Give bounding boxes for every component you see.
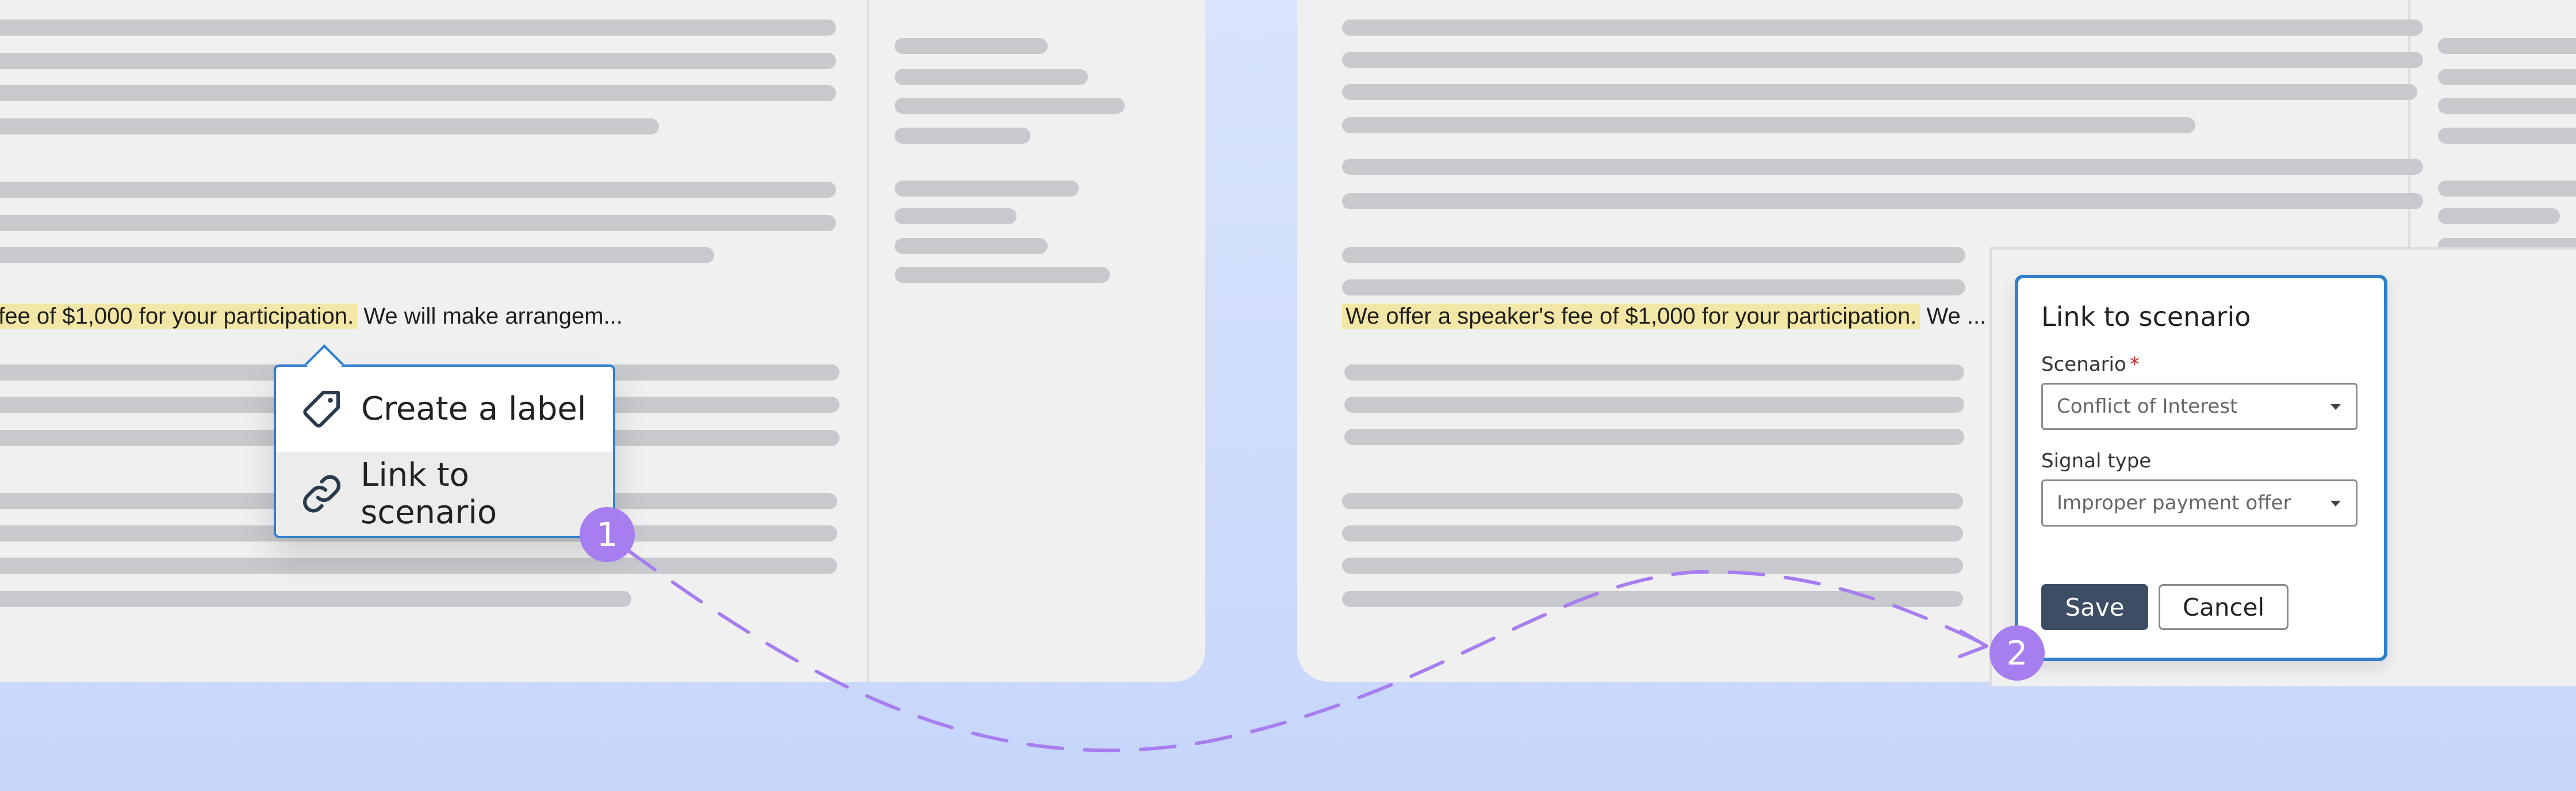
link-icon — [303, 475, 341, 513]
save-button[interactable]: Save — [2041, 584, 2148, 630]
menu-item-label: Create a label — [361, 390, 586, 428]
scenario-label-text: Scenario — [2041, 353, 2126, 376]
chevron-down-icon — [2330, 501, 2341, 506]
scenario-select[interactable]: Conflict of Interest — [2041, 383, 2358, 430]
chevron-down-icon — [2330, 404, 2341, 410]
signal-type-select-value: Improper payment offer — [2057, 492, 2291, 514]
cancel-button[interactable]: Cancel — [2159, 584, 2288, 630]
menu-item-label: Link to scenario — [361, 456, 497, 531]
menu-item-link-scenario[interactable]: Link to scenario — [276, 452, 613, 536]
tag-icon — [303, 391, 340, 428]
signal-type-label: Signal type — [2041, 450, 2152, 473]
link-to-scenario-dialog: Link to scenario Scenario * Conflict of I… — [2015, 275, 2387, 661]
signal-type-select[interactable]: Improper payment offer — [2041, 479, 2358, 527]
scenario-select-value: Conflict of Interest — [2057, 395, 2238, 418]
step-badge-1: 1 — [580, 507, 635, 562]
required-marker: * — [2129, 353, 2140, 376]
step-badge-2: 2 — [1989, 625, 2045, 681]
dialog-title: Link to scenario — [2041, 301, 2251, 332]
context-menu: Create a label Link to scenario — [274, 364, 615, 538]
scenario-label: Scenario * — [2041, 353, 2140, 376]
